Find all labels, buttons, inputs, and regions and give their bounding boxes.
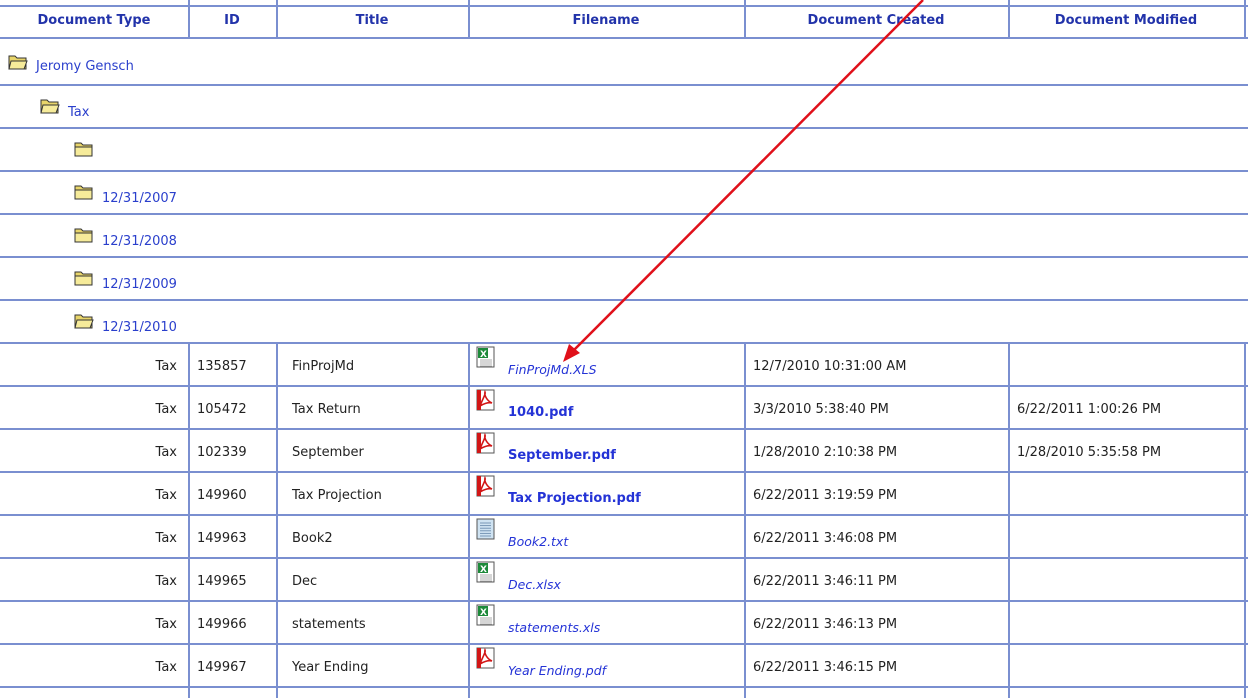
cell-document-created: 12/7/2010 10:31:00 AM <box>753 359 907 374</box>
cell-document-type: Tax <box>155 617 177 632</box>
folder-label[interactable]: Jeromy Gensch <box>36 59 134 74</box>
cell-document-created: 3/3/2010 5:38:40 PM <box>753 402 889 417</box>
pdf-icon[interactable] <box>475 475 497 497</box>
cell-document-modified: 1/28/2010 5:35:58 PM <box>1017 445 1162 460</box>
filename-link[interactable]: FinProjMd.XLS <box>508 362 738 377</box>
header-id[interactable]: ID <box>188 7 276 35</box>
cell-title: statements <box>292 617 366 632</box>
text-file-icon[interactable] <box>475 518 497 540</box>
cell-document-type: Tax <box>155 488 177 503</box>
cell-document-type: Tax <box>155 531 177 546</box>
cell-id: 149963 <box>197 531 247 546</box>
filename-link[interactable]: 1040.pdf <box>508 405 738 420</box>
folder-label[interactable]: 12/31/2010 <box>102 320 177 335</box>
open-folder-icon[interactable] <box>74 312 94 334</box>
table-row: Tax 149963 Book2 Book2.txt 6/22/2011 3:46:08… <box>0 514 1248 557</box>
cell-id: 149960 <box>197 488 247 503</box>
folder-row[interactable]: 12/31/2008 <box>0 213 1248 256</box>
cell-id: 149966 <box>197 617 247 632</box>
cell-document-modified: 6/22/2011 1:00:26 PM <box>1017 402 1162 417</box>
cell-document-created: 6/22/2011 3:46:13 PM <box>753 617 898 632</box>
folder-icon[interactable] <box>74 183 94 205</box>
table-row: Tax 135857 FinProjMd X FinProjMd.XLS 12/7/201… <box>0 342 1248 385</box>
cell-id: 105472 <box>197 402 247 417</box>
filename-link[interactable]: Tax Projection.pdf <box>508 491 738 506</box>
pdf-icon[interactable] <box>475 647 497 669</box>
folder-icon[interactable] <box>74 140 94 162</box>
header-document-modified[interactable]: Document Modified <box>1008 7 1244 35</box>
folder-row[interactable] <box>0 127 1248 170</box>
cell-document-type: Tax <box>155 660 177 675</box>
header-document-type[interactable]: Document Type <box>0 7 188 35</box>
cell-document-type: Tax <box>155 574 177 589</box>
cell-id: 102339 <box>197 445 247 460</box>
column-divider <box>468 0 470 37</box>
cell-title: FinProjMd <box>292 359 355 374</box>
svg-text:X: X <box>480 608 487 618</box>
folder-icon[interactable] <box>74 226 94 248</box>
header-filename[interactable]: Filename <box>468 7 744 35</box>
folder-label[interactable]: Tax <box>68 105 89 120</box>
excel-icon[interactable]: X <box>475 561 497 583</box>
cell-title: Book2 <box>292 531 333 546</box>
cell-title: Year Ending <box>292 660 369 675</box>
filename-link[interactable]: September.pdf <box>508 448 738 463</box>
open-folder-icon[interactable] <box>8 53 28 75</box>
filename-link[interactable]: Year Ending.pdf <box>508 663 738 678</box>
cell-document-type: Tax <box>155 402 177 417</box>
folder-row[interactable]: 12/31/2007 <box>0 170 1248 213</box>
cell-document-type: Tax <box>155 445 177 460</box>
folder-row[interactable]: Jeromy Gensch <box>0 37 1248 84</box>
column-divider <box>188 0 190 37</box>
excel-icon[interactable]: X <box>475 604 497 626</box>
table-row: Tax 149966 statements Xstatements.xls 6/22/2… <box>0 600 1248 643</box>
folder-label[interactable]: 12/31/2007 <box>102 191 177 206</box>
column-divider <box>1008 0 1010 37</box>
excel-icon[interactable]: X <box>475 346 497 368</box>
column-divider <box>276 0 278 37</box>
column-divider <box>744 0 746 37</box>
cell-title: Tax Projection <box>292 488 382 503</box>
document-table: Document Type ID Title Filename Document… <box>0 0 1248 698</box>
cell-document-created: 6/22/2011 3:46:15 PM <box>753 660 898 675</box>
table-row: Tax 105472 Tax Return 1040.pdf 3/3/2010 5:38… <box>0 385 1248 428</box>
folder-label[interactable]: 12/31/2008 <box>102 234 177 249</box>
table-row: Tax 149967 Year Ending Year Ending.pdf 6/22/… <box>0 643 1248 686</box>
header-document-created[interactable]: Document Created <box>744 7 1008 35</box>
cell-document-created: 6/22/2011 3:46:08 PM <box>753 531 898 546</box>
cell-id: 149965 <box>197 574 247 589</box>
table-row: Tax 149960 Tax Projection Tax Projection.pd… <box>0 471 1248 514</box>
filename-link[interactable]: Book2.txt <box>508 534 738 549</box>
cell-document-created: 6/22/2011 3:46:11 PM <box>753 574 898 589</box>
folder-label[interactable]: 12/31/2009 <box>102 277 177 292</box>
cell-document-type: Tax <box>155 359 177 374</box>
open-folder-icon[interactable] <box>40 97 60 119</box>
header-title[interactable]: Title <box>276 7 468 35</box>
folder-row[interactable]: 12/31/2009 <box>0 256 1248 299</box>
folder-row[interactable]: 12/31/2010 <box>0 299 1248 342</box>
cell-title: September <box>292 445 364 460</box>
cell-id: 135857 <box>197 359 247 374</box>
column-divider <box>1244 0 1246 37</box>
folder-icon[interactable] <box>74 269 94 291</box>
cell-title: Dec <box>292 574 318 589</box>
table-row: Tax 149965 Dec X Dec.xlsx 6/22/2011 3:46:11 P… <box>0 557 1248 600</box>
cell-title: Tax Return <box>292 402 361 417</box>
pdf-icon[interactable] <box>475 432 497 454</box>
svg-text:X: X <box>480 350 487 360</box>
cell-document-created: 6/22/2011 3:19:59 PM <box>753 488 898 503</box>
cell-id: 149967 <box>197 660 247 675</box>
svg-text:X: X <box>480 565 487 575</box>
cell-document-created: 1/28/2010 2:10:38 PM <box>753 445 898 460</box>
filename-link[interactable]: Dec.xlsx <box>508 577 738 592</box>
filename-link[interactable]: statements.xls <box>508 620 738 635</box>
table-row: Tax 102339 September September.pdf 1/28/2010… <box>0 428 1248 471</box>
folder-row[interactable]: Tax <box>0 84 1248 127</box>
pdf-icon[interactable] <box>475 389 497 411</box>
